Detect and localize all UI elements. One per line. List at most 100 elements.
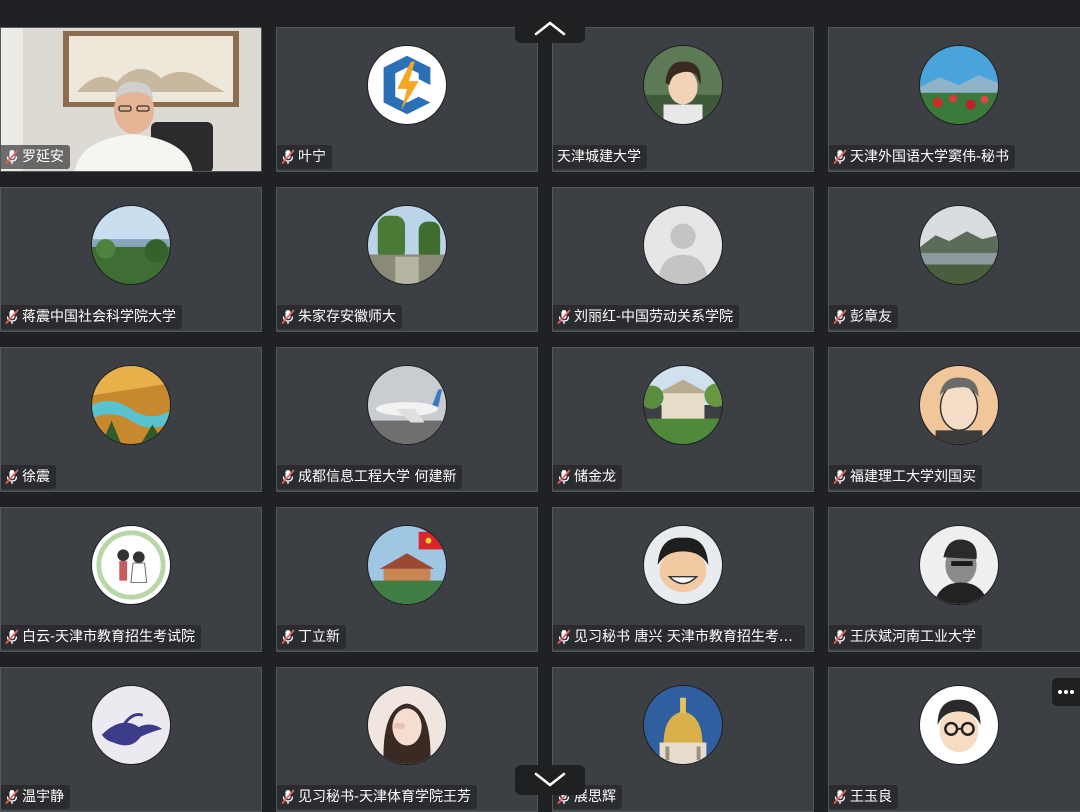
prev-page-button[interactable]: [515, 13, 585, 43]
participant-tile[interactable]: 天津城建大学: [552, 27, 814, 172]
participant-name: 成都信息工程大学 何建新: [298, 469, 457, 485]
participant-name-tag: 丁立新: [277, 625, 346, 649]
participant-avatar: [643, 525, 723, 605]
mic-muted-icon: [281, 149, 295, 164]
participant-avatar: [643, 365, 723, 445]
participant-name: 彭章友: [850, 309, 892, 325]
mic-muted-icon: [5, 629, 19, 644]
participant-avatar: [643, 205, 723, 285]
participant-tile[interactable]: 见习秘书-天津体育学院王芳: [276, 667, 538, 812]
participant-name-tag: 叶宁: [277, 145, 332, 169]
participant-avatar: [91, 365, 171, 445]
participant-avatar: [919, 685, 999, 765]
participant-name-tag: 刘丽红-中国劳动关系学院: [553, 305, 740, 329]
participant-avatar: [919, 205, 999, 285]
participant-name-tag: 温宇静: [1, 785, 70, 809]
participant-name: 见习秘书 唐兴 天津市教育招生考试院: [574, 629, 799, 645]
mic-muted-icon: [557, 309, 571, 324]
participant-tile[interactable]: 展思辉: [552, 667, 814, 812]
participant-name: 白云-天津市教育招生考试院: [22, 629, 196, 645]
mic-muted-icon: [5, 149, 19, 164]
participant-tile[interactable]: 丁立新: [276, 507, 538, 652]
participant-name: 丁立新: [298, 629, 340, 645]
participant-avatar: [367, 365, 447, 445]
participant-name-tag: 成都信息工程大学 何建新: [277, 465, 463, 489]
participant-name: 徐震: [22, 469, 50, 485]
participant-name-tag: 天津外国语大学窦伟-秘书: [829, 145, 1016, 169]
participant-tile[interactable]: 叶宁: [276, 27, 538, 172]
participant-avatar: [367, 205, 447, 285]
participant-name-tag: 见习秘书 唐兴 天津市教育招生考试院: [553, 625, 805, 649]
participant-avatar: [919, 365, 999, 445]
participant-name-tag: 天津城建大学: [553, 145, 647, 169]
participant-name: 罗延安: [22, 149, 64, 165]
mic-muted-icon: [281, 469, 295, 484]
participant-name-tag: 福建理工大学刘国买: [829, 465, 982, 489]
participant-name-tag: 储金龙: [553, 465, 622, 489]
participant-name: 王庆斌河南工业大学: [850, 629, 976, 645]
participant-name: 王玉良: [850, 789, 892, 805]
mic-muted-icon: [281, 629, 295, 644]
participant-tile[interactable]: 刘丽红-中国劳动关系学院: [552, 187, 814, 332]
mic-muted-icon: [281, 789, 295, 804]
participant-name-tag: 见习秘书-天津体育学院王芳: [277, 785, 478, 809]
mic-muted-icon: [833, 149, 847, 164]
participant-name-tag: 白云-天津市教育招生考试院: [1, 625, 202, 649]
participant-tile[interactable]: 王庆斌河南工业大学: [828, 507, 1080, 652]
participant-name: 温宇静: [22, 789, 64, 805]
participant-tile[interactable]: 天津外国语大学窦伟-秘书: [828, 27, 1080, 172]
participant-tile[interactable]: 王玉良: [828, 667, 1080, 812]
next-page-button[interactable]: [515, 765, 585, 795]
mic-muted-icon: [281, 309, 295, 324]
participant-tile[interactable]: 见习秘书 唐兴 天津市教育招生考试院: [552, 507, 814, 652]
more-horizontal-icon: [1058, 690, 1074, 694]
participant-name: 蒋震中国社会科学院大学: [22, 309, 176, 325]
mic-muted-icon: [5, 309, 19, 324]
participant-tile[interactable]: 温宇静: [0, 667, 262, 812]
participant-name: 见习秘书-天津体育学院王芳: [298, 789, 472, 805]
mic-muted-icon: [557, 629, 571, 644]
participant-name: 福建理工大学刘国买: [850, 469, 976, 485]
participant-name-tag: 王玉良: [829, 785, 898, 809]
participant-name: 天津外国语大学窦伟-秘书: [850, 149, 1010, 165]
participant-name-tag: 彭章友: [829, 305, 898, 329]
mic-muted-icon: [833, 309, 847, 324]
participant-name-tag: 徐震: [1, 465, 56, 489]
participant-tile[interactable]: 朱家存安徽师大: [276, 187, 538, 332]
participant-name-tag: 罗延安: [1, 145, 70, 169]
mic-muted-icon: [5, 789, 19, 804]
mic-muted-icon: [5, 469, 19, 484]
participant-avatar: [91, 685, 171, 765]
participant-tile[interactable]: 白云-天津市教育招生考试院: [0, 507, 262, 652]
participant-avatar: [919, 45, 999, 125]
participant-avatar: [367, 685, 447, 765]
participant-avatar: [91, 525, 171, 605]
participant-name: 储金龙: [574, 469, 616, 485]
participant-tile[interactable]: 福建理工大学刘国买: [828, 347, 1080, 492]
participant-tile[interactable]: 罗延安: [0, 27, 262, 172]
mic-muted-icon: [557, 469, 571, 484]
mic-muted-icon: [833, 789, 847, 804]
chevron-down-icon: [534, 772, 566, 787]
participant-avatar: [643, 45, 723, 125]
participant-avatar: [367, 525, 447, 605]
participant-tile[interactable]: 蒋震中国社会科学院大学: [0, 187, 262, 332]
participant-tile[interactable]: 成都信息工程大学 何建新: [276, 347, 538, 492]
participant-tile[interactable]: 彭章友: [828, 187, 1080, 332]
mic-muted-icon: [833, 629, 847, 644]
participant-avatar: [367, 45, 447, 125]
participant-name-tag: 王庆斌河南工业大学: [829, 625, 982, 649]
participant-tile[interactable]: 徐震: [0, 347, 262, 492]
participant-grid: 罗延安 叶宁 天津城建大学 天津外国语大学窦伟-秘书蒋震中国社会科学院大学 朱家存安徽师…: [0, 0, 1080, 812]
participant-avatar: [91, 205, 171, 285]
chevron-up-icon: [534, 21, 566, 36]
participant-name: 叶宁: [298, 149, 326, 165]
participant-avatar: [643, 685, 723, 765]
participant-avatar: [919, 525, 999, 605]
participant-tile[interactable]: 储金龙: [552, 347, 814, 492]
more-options-button[interactable]: [1052, 678, 1080, 706]
participant-name: 朱家存安徽师大: [298, 309, 396, 325]
participant-name-tag: 蒋震中国社会科学院大学: [1, 305, 182, 329]
participant-name: 刘丽红-中国劳动关系学院: [574, 309, 734, 325]
mic-muted-icon: [833, 469, 847, 484]
